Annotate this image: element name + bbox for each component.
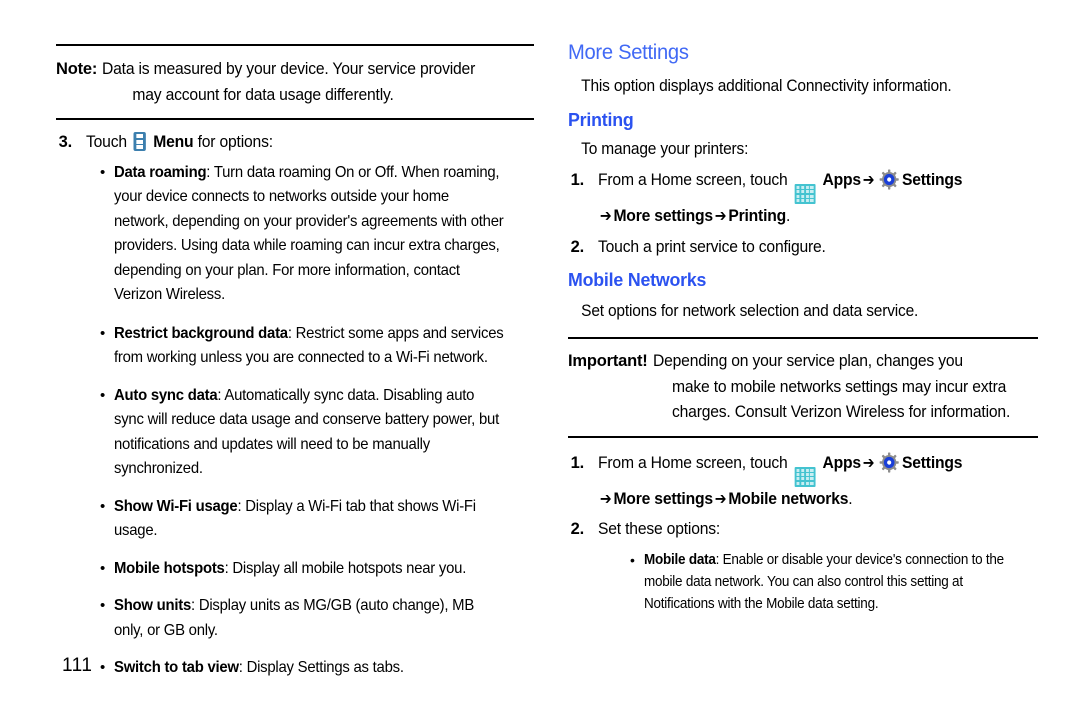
arrow-icon: ➔: [599, 489, 612, 508]
important-callout: Important! Depending on your service pla…: [568, 349, 1038, 426]
printing-intro: To manage your printers:: [581, 140, 749, 158]
bullet-dot: •: [100, 659, 106, 676]
printing-step-1-number: 1.: [570, 171, 585, 189]
bullet-term: Auto sync data: [114, 386, 218, 404]
bullet-dot: •: [100, 559, 106, 577]
note-rule-bottom: [56, 118, 534, 120]
list-item: • Show units: Display units as MG/GB (au…: [100, 594, 534, 643]
step-3-menu-label: Menu: [153, 133, 194, 151]
note-body: Data is measured by your device. Your se…: [102, 60, 476, 104]
path-more-settings: More settings: [613, 207, 713, 226]
note-callout: Note: Data is measured by your device. Y…: [56, 57, 534, 108]
path-mobile-networks: Mobile networks: [728, 489, 849, 508]
mobile-networks-bullet-list: • Mobile data: Enable or disable your de…: [568, 549, 1038, 615]
note-label: Note:: [56, 60, 98, 78]
heading-mobile-networks: Mobile Networks: [568, 269, 707, 291]
printing-step-1: 1. From a Home screen, touch Apps ➔ Settin…: [568, 168, 1038, 230]
right-column: More Settings This option displays addit…: [568, 0, 1038, 615]
arrow-icon: ➔: [714, 489, 727, 508]
printing-step-2: 2. Touch a print service to configure.: [568, 235, 1038, 261]
mobile-networks-step-2-text: Set these options:: [598, 520, 721, 539]
list-item: • Switch to tab view: Display Settings a…: [100, 656, 534, 681]
arrow-icon: ➔: [599, 207, 612, 226]
mobile-networks-step-1-number: 1.: [570, 453, 585, 472]
heading-more-settings: More Settings: [568, 41, 689, 64]
mobile-networks-body: Set options for network selection and da…: [581, 302, 919, 321]
apps-icon: [794, 466, 816, 487]
bullet-term: Restrict background data: [114, 324, 288, 342]
mobile-networks-step-2: 2. Set these options:: [568, 517, 1038, 543]
manual-page: Note: Data is measured by your device. Y…: [0, 0, 1080, 720]
path-more-settings: More settings: [613, 489, 713, 508]
important-body: Depending on your service plan, changes …: [652, 352, 1010, 422]
settings-gear-icon: [879, 451, 899, 473]
arrow-icon: ➔: [862, 453, 875, 472]
important-rule-bottom: [568, 435, 1038, 438]
arrow-icon: ➔: [862, 171, 875, 189]
bullet-dot: •: [100, 386, 106, 404]
bullet-dot: •: [100, 324, 106, 342]
menu-icon: [133, 132, 147, 151]
left-bullet-list: • Data roaming: Turn data roaming On or …: [56, 161, 534, 681]
bullet-text: : Display Settings as tabs.: [238, 659, 404, 676]
mobile-networks-step-1: 1. From a Home screen, touch Apps ➔ Settin…: [568, 451, 1038, 513]
bullet-term: Show Wi-Fi usage: [114, 497, 238, 515]
bullet-term: Data roaming: [114, 163, 207, 181]
bullet-term: Mobile data: [644, 551, 716, 568]
list-item: • Show Wi-Fi usage: Display a Wi-Fi tab …: [100, 495, 534, 544]
path-printing: Printing: [728, 207, 787, 226]
list-item: • Data roaming: Turn data roaming On or …: [100, 161, 534, 308]
important-rule-top: [568, 337, 1038, 340]
bullet-text: : Turn data roaming On or Off. When roam…: [114, 163, 504, 304]
mobile-networks-step-2-number: 2.: [570, 520, 585, 539]
list-item: • Mobile hotspots: Display all mobile ho…: [100, 557, 534, 582]
bullet-term: Mobile hotspots: [114, 559, 225, 577]
printing-step-2-number: 2.: [570, 237, 585, 256]
step-3-text: Touch Menu for options:: [86, 132, 273, 151]
bullet-dot: •: [100, 163, 106, 181]
important-label: Important!: [568, 352, 648, 371]
bullet-dot: •: [630, 551, 635, 568]
bullet-dot: •: [100, 497, 106, 515]
list-item: • Mobile data: Enable or disable your de…: [630, 549, 1038, 615]
arrow-icon: ➔: [714, 207, 727, 226]
list-item: • Restrict background data: Restrict som…: [100, 322, 534, 371]
printing-step-1-text: From a Home screen, touch Apps ➔ Settings …: [598, 169, 963, 226]
printing-step-2-text: Touch a print service to configure.: [598, 237, 826, 256]
step-3: 3. Touch Menu for options:: [56, 130, 534, 156]
bullet-term: Show units: [114, 597, 192, 614]
heading-printing: Printing: [568, 109, 634, 130]
more-settings-body: This option displays additional Connecti…: [581, 77, 952, 95]
bullet-term: Switch to tab view: [114, 659, 239, 676]
settings-gear-icon: [879, 169, 899, 190]
page-number: 111: [62, 655, 93, 676]
left-column: Note: Data is measured by your device. Y…: [56, 0, 534, 681]
list-item: • Auto sync data: Automatically sync dat…: [100, 384, 534, 482]
bullet-dot: •: [100, 597, 106, 614]
bullet-text: : Display all mobile hotspots near you.: [224, 559, 467, 577]
settings-label: Settings: [901, 171, 963, 189]
step-3-number: 3.: [58, 133, 73, 151]
mobile-networks-step-1-text: From a Home screen, touch Apps ➔ Settings …: [598, 451, 963, 508]
apps-label: Apps: [822, 171, 861, 189]
settings-label: Settings: [901, 453, 963, 472]
apps-label: Apps: [822, 453, 861, 472]
note-rule-top: [56, 44, 534, 46]
apps-icon: [794, 184, 816, 205]
